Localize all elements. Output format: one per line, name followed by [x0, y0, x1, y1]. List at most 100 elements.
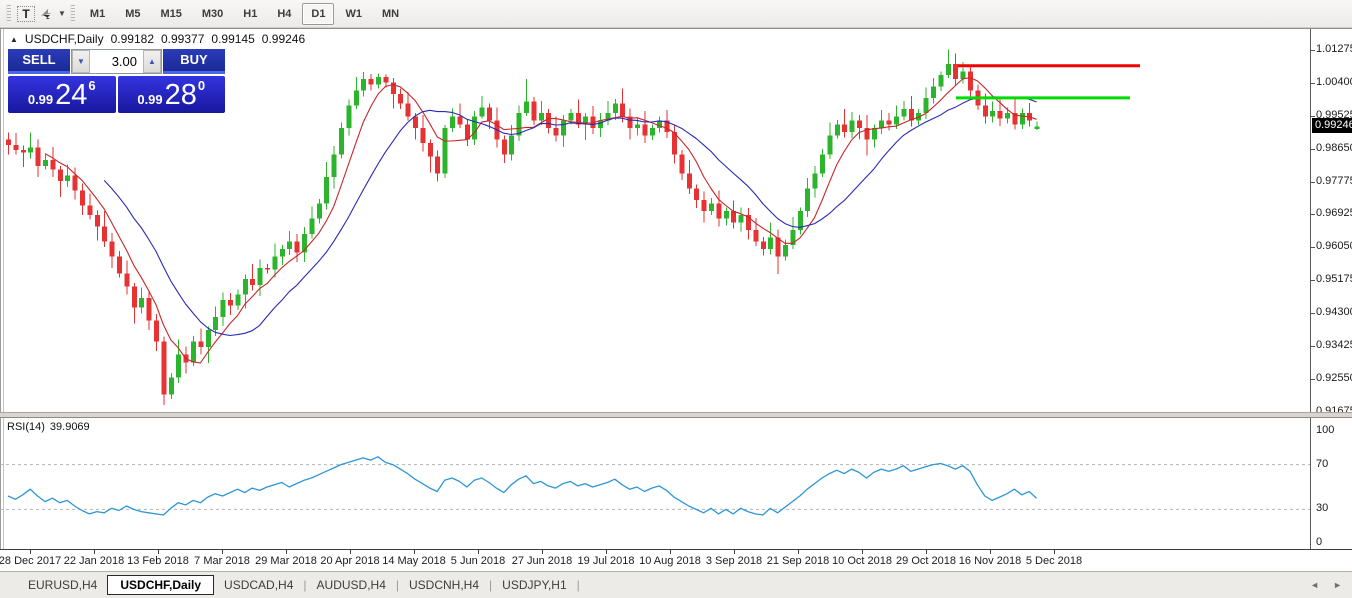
tab-scroll-buttons: ◄ ►	[1310, 580, 1342, 590]
chart-tab-usdcad-h4[interactable]: USDCAD,H4	[214, 575, 303, 595]
candle-body	[894, 117, 899, 125]
candle-body	[694, 189, 699, 200]
candle-body	[546, 113, 551, 128]
tab-scroll-left-icon[interactable]: ◄	[1310, 580, 1319, 590]
candle-body	[568, 113, 573, 121]
candle-body	[835, 124, 840, 135]
cursor-arrows-icon	[39, 7, 55, 21]
price-axis-label: 0.93425	[1316, 339, 1352, 351]
timeframe-button-m1[interactable]: M1	[81, 3, 114, 25]
volume-increase-button[interactable]: ▲	[143, 50, 161, 73]
candle-body	[28, 148, 33, 153]
candle-body	[531, 102, 536, 121]
chart-tab-usdjpy-h1[interactable]: USDJPY,H1	[492, 575, 576, 595]
chart-tab-eurusd-h4[interactable]: EURUSD,H4	[18, 575, 107, 595]
date-label: 10 Oct 2018	[832, 555, 892, 567]
candle-body	[406, 104, 411, 117]
dropdown-caret-icon: ▼	[58, 9, 66, 18]
candle-body	[850, 121, 855, 132]
candle-body	[924, 98, 929, 113]
time-axis-tick	[862, 550, 863, 554]
candle-body	[827, 136, 832, 155]
date-label: 20 Apr 2018	[320, 555, 379, 567]
price-axis-label: 0.92550	[1316, 372, 1352, 384]
one-click-trade-panel: SELL ▼ 3.00 ▲ BUY 0.99 24 6	[8, 49, 225, 113]
date-label: 28 Dec 2017	[0, 555, 61, 567]
candle-body	[739, 215, 744, 223]
ohlc-high: 0.99377	[161, 32, 204, 46]
candle-body	[650, 128, 655, 136]
chart-tab-usdchf-daily[interactable]: USDCHF,Daily	[107, 575, 214, 595]
volume-field[interactable]: 3.00	[90, 50, 143, 73]
candle-body	[450, 117, 455, 128]
chart-tab-audusd-h4[interactable]: AUDUSD,H4	[307, 575, 396, 595]
timeframe-button-d1[interactable]: D1	[302, 3, 334, 25]
sell-price-box[interactable]: 0.99 24 6	[8, 76, 116, 113]
rsi-canvas[interactable]	[0, 418, 1310, 549]
toolbar-grip-2[interactable]	[70, 5, 75, 23]
candle-body	[687, 173, 692, 188]
candle-body	[339, 128, 344, 154]
candle-body	[361, 79, 366, 90]
candle-body	[820, 155, 825, 174]
candle-body	[58, 170, 63, 181]
text-label-tool-button[interactable]: T	[15, 3, 37, 25]
price-axis-label: 1.01275	[1316, 43, 1352, 55]
candle-body	[776, 238, 781, 257]
candle-body	[457, 117, 462, 125]
candle-body	[901, 109, 906, 117]
candle-body	[857, 121, 862, 129]
time-axis-tick	[926, 550, 927, 554]
candle-body	[221, 300, 226, 317]
candle-body	[753, 230, 758, 241]
collapse-triangle-icon[interactable]: ▲	[10, 35, 18, 44]
price-axis-label: 0.94300	[1316, 306, 1352, 318]
candle-body	[235, 294, 240, 305]
candle-body	[961, 71, 966, 79]
time-axis-tick	[798, 550, 799, 554]
candle-body	[265, 268, 270, 270]
candle-body	[250, 279, 255, 285]
date-label: 7 Mar 2018	[194, 555, 250, 567]
chart-tab-usdcnh-h4[interactable]: USDCNH,H4	[399, 575, 489, 595]
timeframe-button-h1[interactable]: H1	[234, 3, 266, 25]
text-label-icon: T	[17, 6, 34, 22]
candle-body	[679, 155, 684, 174]
buy-button[interactable]: BUY	[163, 49, 225, 74]
price-axis[interactable]: 1.012751.004000.995250.986500.977750.969…	[1310, 29, 1352, 412]
buy-price-box[interactable]: 0.99 28 0	[118, 76, 226, 113]
sell-button[interactable]: SELL	[8, 49, 70, 74]
rsi-name: RSI(14)	[7, 421, 45, 433]
timeframe-button-mn[interactable]: MN	[373, 3, 408, 25]
candle-body	[487, 107, 492, 120]
cursor-arrows-button[interactable]: ▼	[39, 3, 66, 25]
chart-window: ▲ USDCHF,Daily 0.99182 0.99377 0.99145 0…	[0, 28, 1352, 571]
rsi-axis[interactable]: 10070300	[1310, 418, 1352, 549]
candle-body	[946, 64, 951, 75]
timeframe-button-m15[interactable]: M15	[151, 3, 190, 25]
time-axis-tick	[414, 550, 415, 554]
time-axis[interactable]: 28 Dec 201722 Jan 201813 Feb 20187 Mar 2…	[0, 549, 1352, 572]
candle-body	[65, 175, 70, 181]
tab-scroll-right-icon[interactable]: ►	[1333, 580, 1342, 590]
candle-body	[124, 273, 129, 286]
date-label: 21 Sep 2018	[767, 555, 829, 567]
buy-price-big: 28	[165, 80, 197, 111]
timeframe-button-h4[interactable]: H4	[268, 3, 300, 25]
candle-body	[509, 136, 514, 155]
time-axis-tick	[606, 550, 607, 554]
volume-decrease-button[interactable]: ▼	[72, 50, 90, 73]
time-axis-tick	[990, 550, 991, 554]
chart-symbol-label: USDCHF,Daily	[25, 32, 104, 46]
candle-body	[317, 204, 322, 219]
timeframe-button-m5[interactable]: M5	[116, 3, 149, 25]
toolbar-grip[interactable]	[6, 5, 11, 23]
timeframe-buttons: M1M5M15M30H1H4D1W1MN	[80, 3, 409, 25]
timeframe-button-w1[interactable]: W1	[336, 3, 371, 25]
timeframe-button-m30[interactable]: M30	[193, 3, 232, 25]
slow-ma-line[interactable]	[104, 97, 1036, 336]
date-label: 22 Jan 2018	[64, 555, 125, 567]
current-price-badge: 0.99246	[1312, 118, 1352, 133]
candle-body	[813, 173, 818, 188]
price-axis-label: 0.96925	[1316, 207, 1352, 219]
